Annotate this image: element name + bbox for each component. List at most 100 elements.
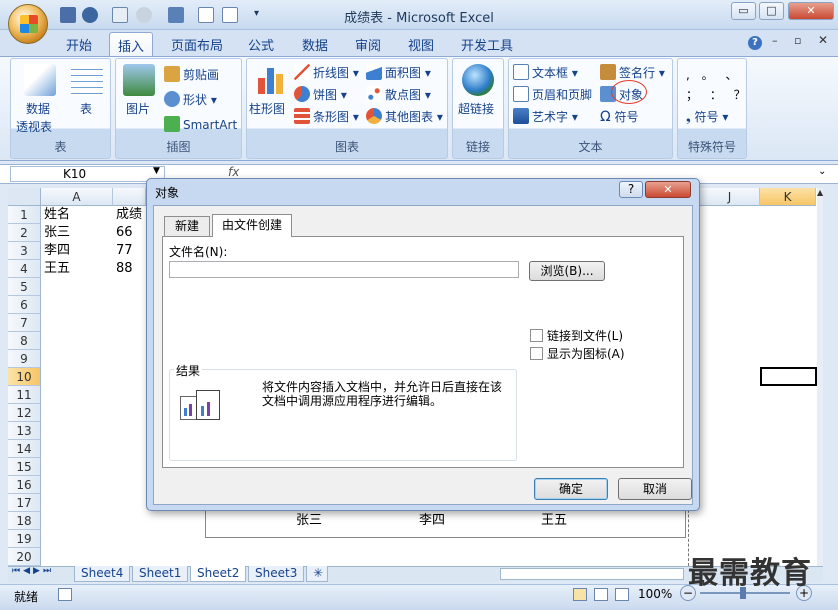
area-chart-button[interactable]: 面积图 ▾ [366,64,431,81]
office-button[interactable] [8,4,48,44]
close-button[interactable]: ✕ [788,2,834,20]
maximize-button[interactable]: □ [759,2,784,20]
link-to-file-checkbox[interactable] [530,329,543,342]
page-break-view-icon[interactable] [615,588,629,601]
ribbon-minimize-icon[interactable]: – [772,34,778,47]
row-header[interactable]: 5 [8,278,41,296]
row-header[interactable]: 7 [8,314,41,332]
bar-chart-button[interactable]: 条形图 ▾ [294,108,359,125]
line-chart-button[interactable]: 折线图 ▾ [294,64,359,81]
tab-home[interactable]: 开始 [58,32,100,56]
cell-b3[interactable]: 77 [113,242,133,260]
row-header[interactable]: 20 [8,548,41,566]
row-header[interactable]: 14 [8,440,41,458]
insert-sheet-icon[interactable]: ✳ [306,566,328,582]
ok-button[interactable]: 确定 [534,478,608,500]
ribbon-restore-icon[interactable]: ▫ [794,34,801,47]
smartart-button[interactable]: SmartArt [164,116,237,132]
cancel-button[interactable]: 取消 [618,478,692,500]
name-box[interactable]: K10 [10,166,165,182]
tab-review[interactable]: 审阅 [347,32,389,56]
row-header[interactable]: 10 [8,368,41,386]
row-header[interactable]: 12 [8,404,41,422]
table-icon[interactable] [71,64,103,96]
cell-b2[interactable]: 66 [113,224,133,242]
textbox-button[interactable]: 文本框 ▾ [513,64,578,81]
column-header-k[interactable]: K [760,188,816,206]
row-header[interactable]: 6 [8,296,41,314]
link-to-file-label[interactable]: 链接到文件(L) [547,327,623,344]
row-header[interactable]: 19 [8,530,41,548]
cell-a3[interactable]: 李四 [41,242,70,260]
row-header[interactable]: 3 [8,242,41,260]
row-header[interactable]: 4 [8,260,41,278]
workbook-close-icon[interactable]: ✕ [818,33,828,47]
column-header-a[interactable]: A [41,188,113,206]
header-footer-button[interactable]: 页眉和页脚 [513,86,592,103]
browse-button[interactable]: 浏览(B)... [529,261,605,281]
macro-record-icon[interactable] [58,588,72,601]
row-header[interactable]: 8 [8,332,41,350]
normal-view-icon[interactable] [573,588,587,601]
shapes-button[interactable]: 形状 ▾ [164,91,217,108]
tab-developer[interactable]: 开发工具 [453,32,521,56]
pie-chart-button[interactable]: 饼图 ▾ [294,86,347,103]
row-header[interactable]: 1 [8,206,41,224]
tab-view[interactable]: 视图 [400,32,442,56]
wordart-button[interactable]: 艺术字 ▾ [513,108,578,125]
sheet-tab-3[interactable]: Sheet3 [248,566,305,582]
cell-a4[interactable]: 王五 [41,260,70,278]
sheet-nav-arrows[interactable]: ⏮◀▶⏭ [12,566,54,576]
special-symbol-button[interactable]: ❟ 符号 ▾ [686,108,728,125]
dialog-help-button[interactable]: ? [619,181,643,198]
column-header-b[interactable] [113,188,146,206]
clipart-button[interactable]: 剪贴画 [164,66,219,83]
pivot-table-label2[interactable]: 透视表 [16,118,52,135]
hyperlink-button[interactable]: 超链接 [458,100,494,117]
row-header[interactable]: 16 [8,476,41,494]
display-as-icon-label[interactable]: 显示为图标(A) [547,345,625,362]
row-header[interactable]: 18 [8,512,41,530]
sheet-tab-2[interactable]: Sheet2 [190,566,247,582]
display-as-icon-checkbox[interactable] [530,347,543,360]
row-header[interactable]: 11 [8,386,41,404]
column-chart-icon[interactable] [256,64,286,94]
hyperlink-globe-icon[interactable] [462,64,494,96]
tab-data[interactable]: 数据 [294,32,336,56]
scroll-up-icon[interactable]: ▲ [817,188,823,197]
formula-expand-icon[interactable]: ⌄ [818,166,826,177]
scatter-chart-button[interactable]: 散点图 ▾ [366,86,431,103]
symbol-button[interactable]: Ω 符号 [600,108,639,125]
tab-new[interactable]: 新建 [164,216,210,236]
tab-insert[interactable]: 插入 [109,32,154,56]
cell-b1[interactable]: 成绩 [113,206,142,224]
cell-a1[interactable]: 姓名 [41,206,70,224]
table-button[interactable]: 表 [80,100,92,117]
name-box-dropdown-icon[interactable]: ▼ [153,166,160,176]
special-symbols-row2[interactable]: ； ： ？ [686,86,750,103]
column-chart-button[interactable]: 柱形图 [249,100,285,117]
tab-page-layout[interactable]: 页面布局 [163,32,231,56]
sheet-tab-4[interactable]: Sheet4 [74,566,131,582]
row-header[interactable]: 17 [8,494,41,512]
dialog-close-button[interactable]: ✕ [645,181,691,198]
row-header[interactable]: 2 [8,224,41,242]
tab-formulas[interactable]: 公式 [240,32,282,56]
tab-from-file[interactable]: 由文件创建 [212,214,292,237]
other-charts-button[interactable]: 其他图表 ▾ [366,108,443,125]
row-header[interactable]: 15 [8,458,41,476]
special-symbols-row1[interactable]: , 。 、 [686,66,741,83]
cell-b4[interactable]: 88 [113,260,133,278]
row-header[interactable]: 9 [8,350,41,368]
signature-line-button[interactable]: 签名行 ▾ [600,64,665,81]
sheet-tab-1[interactable]: Sheet1 [132,566,189,582]
vertical-scrollbar-track[interactable] [817,188,823,566]
row-header[interactable]: 13 [8,422,41,440]
select-all-corner[interactable] [8,188,41,206]
fx-icon[interactable]: fx [228,165,239,179]
minimize-button[interactable]: ▭ [731,2,756,20]
picture-icon[interactable] [123,64,155,96]
picture-button[interactable]: 图片 [126,100,150,117]
pivot-table-label[interactable]: 数据 [26,100,50,117]
filename-input[interactable] [169,261,519,278]
